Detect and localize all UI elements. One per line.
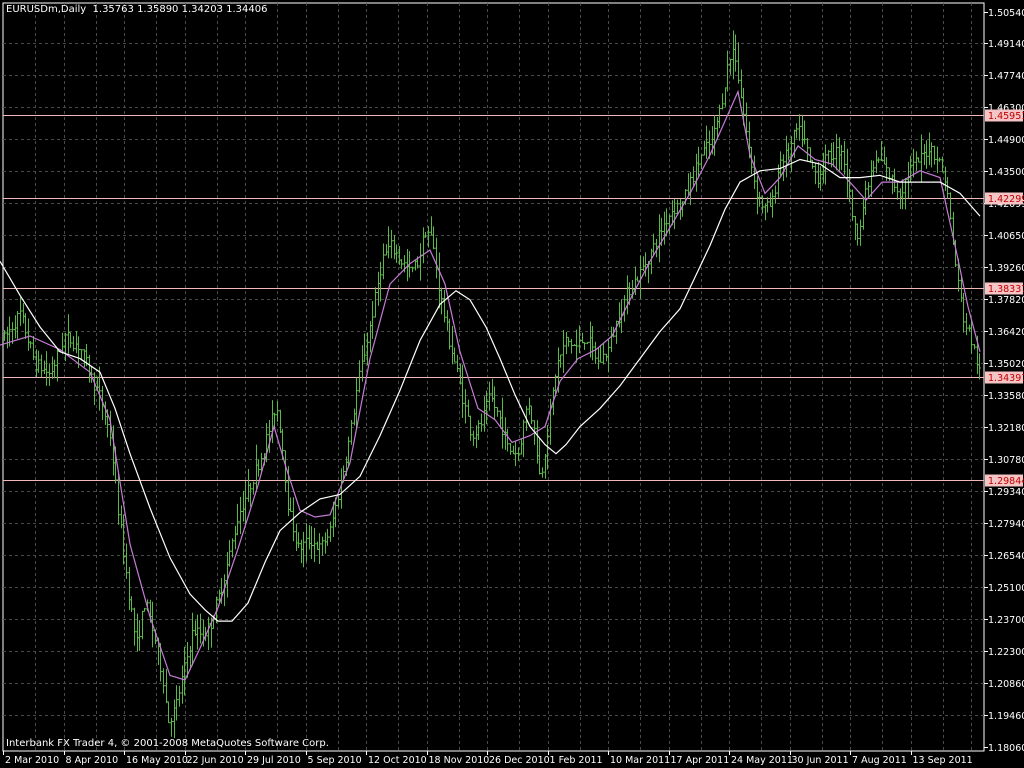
price-tick-label: 1.47740 xyxy=(988,71,1024,82)
level-label: 1.34397 xyxy=(988,373,1024,384)
price-tick-label: 1.32180 xyxy=(988,423,1024,434)
price-tick-label: 1.20860 xyxy=(988,679,1024,690)
time-tick-label: 26 Dec 2010 xyxy=(489,755,550,766)
price-tick-label: 1.36420 xyxy=(988,327,1024,338)
price-tick-label: 1.26540 xyxy=(988,551,1024,562)
price-tick-label: 1.30780 xyxy=(988,455,1024,466)
price-tick-label: 1.22300 xyxy=(988,647,1024,658)
price-tick-label: 1.40650 xyxy=(988,231,1024,242)
price-tick-label: 1.37820 xyxy=(988,295,1024,306)
time-tick-label: 12 Oct 2010 xyxy=(368,755,427,766)
level-label: 1.38337 xyxy=(988,284,1024,295)
price-tick-label: 1.43500 xyxy=(988,167,1024,178)
time-tick-label: 5 Sep 2010 xyxy=(308,755,362,766)
price-tick-label: 1.25100 xyxy=(988,583,1024,594)
time-tick-label: 29 Jul 2010 xyxy=(247,755,301,766)
time-tick-label: 22 Jun 2010 xyxy=(187,755,244,766)
price-tick-label: 1.27940 xyxy=(988,519,1024,530)
time-tick-label: 13 Sep 2011 xyxy=(913,755,973,766)
price-tick-label: 1.35020 xyxy=(988,359,1024,370)
level-label: 1.42299 xyxy=(988,194,1024,205)
time-tick-label: 17 Apr 2011 xyxy=(671,755,730,766)
time-tick-label: 7 Aug 2011 xyxy=(852,755,907,766)
price-tick-label: 1.29340 xyxy=(988,487,1024,498)
price-tick-label: 1.50540 xyxy=(988,8,1024,19)
price-tick-label: 1.44900 xyxy=(988,135,1024,146)
price-tick-label: 1.23700 xyxy=(988,615,1024,626)
price-tick-label: 1.33580 xyxy=(988,391,1024,402)
copyright-footer: Interbank FX Trader 4, © 2001-2008 MetaQ… xyxy=(6,738,329,749)
time-tick-label: 30 Jun 2011 xyxy=(792,755,849,766)
time-tick-label: 16 May 2010 xyxy=(126,755,188,766)
price-chart[interactable]: 1.505401.491401.477401.463001.449001.435… xyxy=(0,0,1024,768)
time-tick-label: 2 Mar 2010 xyxy=(5,755,59,766)
time-tick-label: 18 Nov 2010 xyxy=(429,755,490,766)
price-tick-label: 1.49140 xyxy=(988,39,1024,50)
time-tick-label: 1 Feb 2011 xyxy=(550,755,603,766)
price-tick-label: 1.39260 xyxy=(988,263,1024,274)
chart-title: EURUSDm,Daily 1.35763 1.35890 1.34203 1.… xyxy=(6,4,268,15)
price-tick-label: 1.19460 xyxy=(988,711,1024,722)
level-label: 1.29844 xyxy=(988,476,1024,487)
time-tick-label: 10 Mar 2011 xyxy=(610,755,670,766)
level-label: 1.45951 xyxy=(988,111,1024,122)
time-tick-label: 24 May 2011 xyxy=(731,755,793,766)
price-tick-label: 1.18060 xyxy=(988,743,1024,754)
time-tick-label: 8 Apr 2010 xyxy=(66,755,119,766)
